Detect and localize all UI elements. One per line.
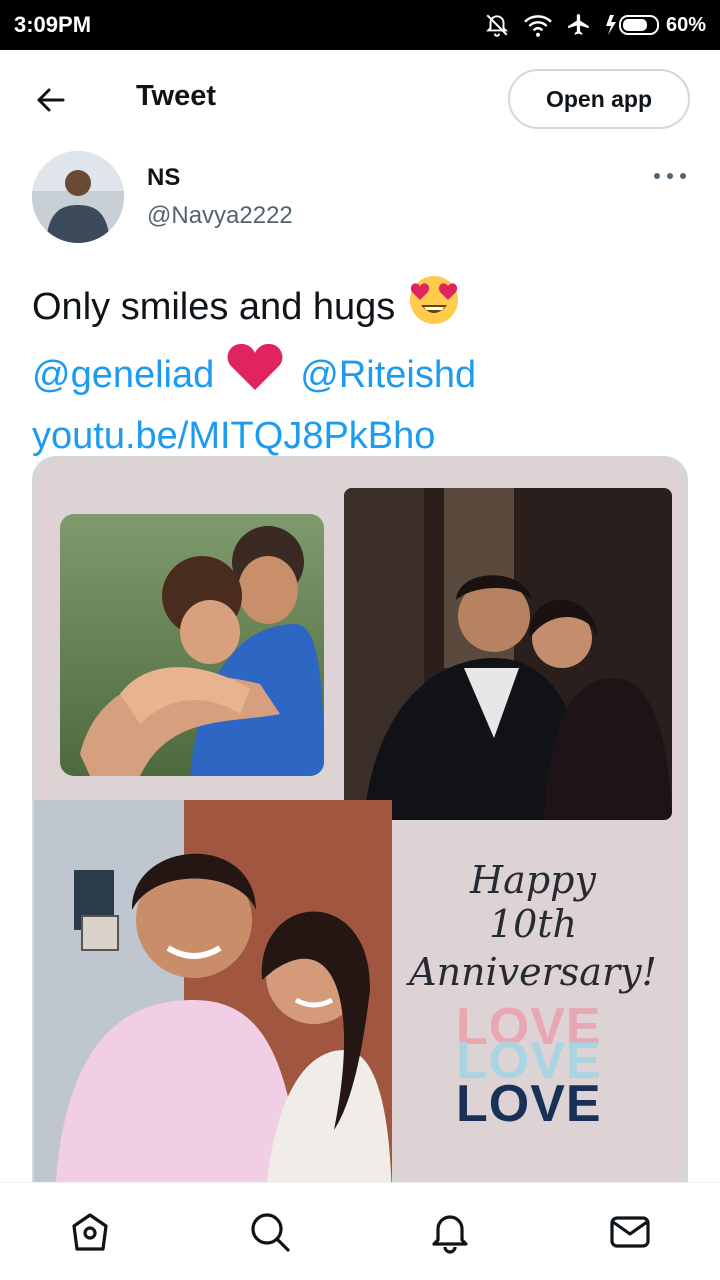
tweet-text: Only smiles and hugs @geneliad @Riteishd… [32, 272, 692, 464]
couple-photo-pink [34, 800, 392, 1214]
tweet-media[interactable]: Happy 10th Anniversary! LOVE LOVE LOVE [32, 456, 688, 1216]
nav-home[interactable] [50, 1192, 130, 1272]
anniversary-line-1: Happy [470, 858, 596, 902]
back-button[interactable] [30, 82, 70, 118]
nav-search[interactable] [230, 1192, 310, 1272]
anniversary-line-2: 10th [488, 902, 578, 946]
tweet-text-body: Only smiles and hugs [32, 286, 396, 328]
more-dot [654, 173, 660, 179]
messages-icon [610, 1215, 650, 1248]
more-dot [680, 173, 686, 179]
love-word: LOVE [456, 1075, 602, 1133]
search-icon [251, 1212, 290, 1252]
status-time: 3:09PM [14, 12, 92, 37]
couple-photo-hug [60, 514, 324, 776]
heart-eyes-emoji-icon [407, 272, 461, 342]
mention-link[interactable]: @Riteishd [300, 347, 476, 403]
arrow-left-icon [37, 88, 65, 112]
status-bar: 3:09PM 60% [0, 0, 720, 50]
red-heart-emoji-icon [226, 342, 284, 408]
love-word: LOVE [456, 1032, 602, 1090]
nav-messages[interactable] [590, 1192, 670, 1272]
page-title: Tweet [136, 80, 217, 112]
battery-indicator: 60% [604, 13, 706, 37]
wifi-icon [522, 12, 554, 38]
love-stack: LOVE LOVE LOVE [456, 1001, 606, 1133]
battery-percent: 60% [665, 13, 706, 36]
home-icon [72, 1212, 108, 1251]
tweet-line-1: Only smiles and hugs [32, 272, 692, 342]
anniversary-line-3: Anniversary! [409, 950, 657, 994]
nav-notifications[interactable] [410, 1192, 490, 1272]
author-name[interactable]: NS [147, 164, 180, 192]
tweet-line-2: @geneliad @Riteishd [32, 342, 692, 408]
open-app-button[interactable]: Open app [508, 69, 690, 129]
status-icons: 60% [484, 12, 706, 38]
more-dot [667, 173, 673, 179]
tweet-header: Tweet Open app [0, 50, 720, 148]
notifications-off-icon [484, 12, 510, 38]
notifications-icon [432, 1214, 468, 1254]
avatar[interactable] [32, 151, 124, 243]
couple-photo-suit [344, 488, 672, 820]
tweet-author: NS @Navya2222 [0, 148, 720, 258]
author-handle[interactable]: @Navya2222 [147, 202, 293, 230]
more-options-button[interactable] [654, 166, 686, 186]
mention-link[interactable]: @geneliad [32, 347, 214, 403]
anniversary-text: Happy 10th Anniversary! [398, 858, 668, 994]
airplane-mode-icon [566, 12, 592, 38]
bottom-navigation [0, 1182, 720, 1280]
